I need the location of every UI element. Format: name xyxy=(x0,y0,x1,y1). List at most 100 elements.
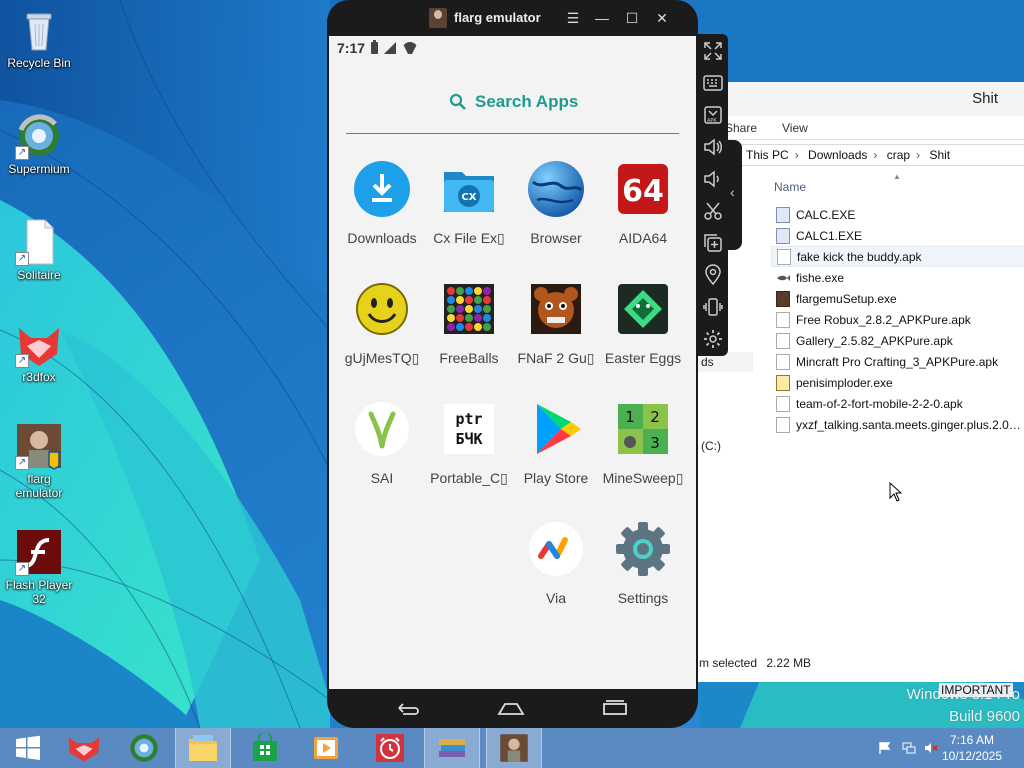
android-screen: 7:17 Search Apps Downloads CX Cx File Ex… xyxy=(329,36,696,689)
app-minesweeper[interactable]: 1 2 3 MineSweep▯ xyxy=(599,400,687,487)
search-apps-button[interactable]: Search Apps xyxy=(449,92,578,112)
shortcut-arrow-icon: ↗ xyxy=(15,562,29,576)
minesweeper-icon: 1 2 3 xyxy=(618,404,668,454)
file-row[interactable]: Mincraft Pro Crafting_3_APKPure.apk xyxy=(771,351,1024,372)
settings-gear-icon[interactable] xyxy=(702,328,724,350)
watermark-build: Build 9600 xyxy=(949,708,1020,725)
scissors-screenshot-icon[interactable] xyxy=(702,200,724,222)
file-row-selected[interactable]: fake kick the buddy.apk xyxy=(771,246,1024,267)
app-fnaf2[interactable]: FNaF 2 Gu▯ xyxy=(512,280,600,367)
file-explorer-window: Shit Share View This PC › Downloads › crap… xyxy=(696,82,1024,682)
breadcrumb-downloads[interactable]: Downloads xyxy=(808,148,867,162)
action-center-flag-icon[interactable] xyxy=(878,741,892,755)
app-label: Play Store xyxy=(523,470,589,486)
location-pin-icon[interactable] xyxy=(702,264,724,286)
desktop-icon-flarg-emulator[interactable]: ↗ flarg emulator xyxy=(4,422,74,500)
taskbar-media-player[interactable] xyxy=(298,728,354,768)
downloads-icon xyxy=(354,161,410,217)
address-bar[interactable]: This PC › Downloads › crap › Shit xyxy=(741,144,1024,166)
taskbar-supermium[interactable] xyxy=(116,728,172,768)
network-icon[interactable] xyxy=(902,741,916,755)
app-via[interactable]: Via xyxy=(512,520,600,606)
app-label: SAI xyxy=(370,470,394,486)
app-settings[interactable]: Settings xyxy=(599,520,687,606)
desktop-icon-recycle-bin[interactable]: Recycle Bin xyxy=(4,6,74,70)
desktop-icon-flash-player[interactable]: ↗ Flash Player 32 xyxy=(4,528,74,606)
file-row[interactable]: team-of-2-fort-mobile-2-2-0.apk xyxy=(771,393,1024,414)
taskbar-store[interactable] xyxy=(237,728,293,768)
install-apk-icon[interactable]: APK xyxy=(702,104,724,126)
android-nav-bar xyxy=(327,689,698,728)
app-browser[interactable]: Browser xyxy=(512,160,600,246)
taskbar-file-explorer[interactable] xyxy=(175,728,231,768)
app-cx-file-explorer[interactable]: CX Cx File Ex▯ xyxy=(425,160,513,247)
desktop-icon-r3dfox[interactable]: ↗ r3dfox xyxy=(4,320,74,384)
status-size: 2.22 MB xyxy=(766,656,812,670)
keyboard-icon[interactable] xyxy=(702,72,724,94)
volume-up-icon[interactable] xyxy=(702,136,724,158)
ribbon-tab-share[interactable]: Share xyxy=(725,121,757,135)
taskbar-stacked-books[interactable] xyxy=(424,728,480,768)
apk-file-icon xyxy=(776,395,790,412)
maximize-icon[interactable]: ☐ xyxy=(621,8,643,28)
app-portable-c[interactable]: ptr БЧК Portable_C▯ xyxy=(425,400,513,487)
side-toolbar-collapse-tab[interactable]: ‹ xyxy=(728,140,742,250)
easter-eggs-icon xyxy=(618,284,668,334)
app-easter-eggs[interactable]: Easter Eggs xyxy=(599,280,687,366)
explorer-ribbon: Share View xyxy=(697,116,1024,140)
file-row[interactable]: flargemuSetup.exe xyxy=(771,288,1024,309)
r3dfox-icon: ↗ xyxy=(15,320,63,368)
explorer-titlebar[interactable]: Shit xyxy=(697,82,1024,116)
add-window-icon[interactable] xyxy=(702,232,724,254)
taskbar-alarms[interactable] xyxy=(362,728,418,768)
desktop-icon-solitaire[interactable]: ↗ Solitaire xyxy=(4,218,74,282)
home-icon[interactable] xyxy=(497,698,525,718)
taskbar-clock[interactable]: 7:16 AM 10/12/2025 xyxy=(932,732,1012,764)
taskbar-flarg-emulator[interactable] xyxy=(486,728,542,768)
file-row[interactable]: Free Robux_2.8.2_APKPure.apk xyxy=(771,309,1024,330)
android-status-bar: 7:17 xyxy=(337,40,418,56)
close-icon[interactable]: ✕ xyxy=(651,8,673,28)
breadcrumb-shit[interactable]: Shit xyxy=(929,148,950,162)
file-row[interactable]: yxzf_talking.santa.meets.ginger.plus.2.0… xyxy=(771,414,1024,435)
apk-file-icon xyxy=(776,311,790,328)
taskbar-r3dfox[interactable] xyxy=(56,728,112,768)
exe-file-icon xyxy=(776,206,790,223)
svg-text:БЧК: БЧК xyxy=(455,430,482,448)
file-name: flargemuSetup.exe xyxy=(796,291,897,306)
breadcrumb-this-pc[interactable]: This PC xyxy=(746,148,789,162)
system-tray: 7:16 AM 10/12/2025 xyxy=(864,728,1024,768)
shake-vibrate-icon[interactable] xyxy=(702,296,724,318)
nav-pane-drive-c[interactable]: (C:) xyxy=(701,439,721,453)
app-sai[interactable]: SAI xyxy=(338,400,426,486)
file-row[interactable]: fishe.exe xyxy=(771,267,1024,288)
store-bag-icon xyxy=(253,733,277,761)
search-apps-label: Search Apps xyxy=(475,92,579,111)
flash-player-icon: ↗ xyxy=(15,528,63,576)
column-header-name[interactable]: Name xyxy=(774,180,806,194)
app-gujmestq[interactable]: gUjMesTQ▯ xyxy=(338,280,426,367)
volume-down-icon[interactable] xyxy=(702,168,724,190)
wifi-icon xyxy=(402,42,418,54)
app-aida64[interactable]: 64 AIDA64 xyxy=(599,160,687,246)
breadcrumb-crap[interactable]: crap xyxy=(887,148,910,162)
back-icon[interactable] xyxy=(395,698,423,718)
app-freeballs[interactable]: FreeBalls xyxy=(425,280,513,366)
start-button[interactable] xyxy=(0,728,56,768)
menu-icon[interactable]: ☰ xyxy=(562,8,584,28)
recent-apps-icon[interactable] xyxy=(601,698,629,718)
ribbon-tab-view[interactable]: View xyxy=(782,121,808,135)
file-name: CALC1.EXE xyxy=(796,228,863,243)
file-row[interactable]: CALC1.EXE xyxy=(771,225,1024,246)
app-play-store[interactable]: Play Store xyxy=(512,400,600,486)
file-row[interactable]: Gallery_2.5.82_APKPure.apk xyxy=(771,330,1024,351)
supermium-icon: ↗ xyxy=(15,112,63,160)
emulator-titlebar[interactable]: flarg emulator ☰ — ☐ ✕ xyxy=(327,0,698,36)
app-downloads[interactable]: Downloads xyxy=(338,160,426,246)
file-row[interactable]: penisimploder.exe xyxy=(771,372,1024,393)
file-row[interactable]: CALC.EXE xyxy=(771,204,1024,225)
status-bar: m selected 2.22 MB xyxy=(697,656,1024,670)
fullscreen-icon[interactable] xyxy=(702,40,724,62)
minimize-icon[interactable]: — xyxy=(591,8,613,28)
desktop-icon-supermium[interactable]: ↗ Supermium xyxy=(4,112,74,176)
